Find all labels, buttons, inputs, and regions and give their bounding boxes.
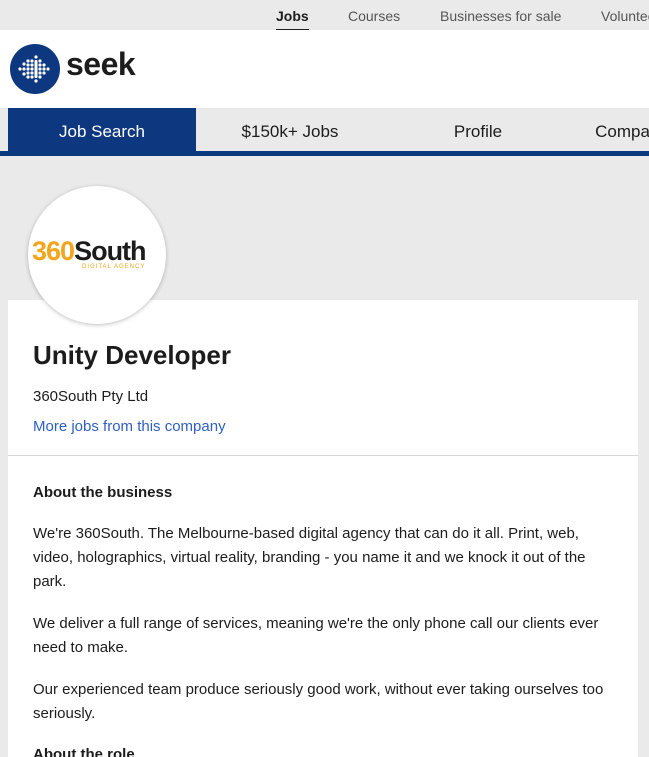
card-divider (8, 455, 638, 456)
company-logo-tagline: DIGITAL AGENCY (82, 264, 146, 270)
company-logo-word: South (74, 236, 146, 266)
company-logo-avatar: 360South DIGITAL AGENCY (28, 186, 166, 324)
top-nav-businesses-for-sale[interactable]: Businesses for sale (440, 8, 561, 24)
about-business-heading: About the business (33, 484, 173, 501)
about-role-heading: About the role (33, 746, 135, 757)
top-nav-courses[interactable]: Courses (348, 8, 400, 24)
company-logo-number: 360 (32, 236, 75, 266)
more-jobs-link[interactable]: More jobs from this company (33, 418, 226, 435)
business-paragraph-2: We deliver a full range of services, mea… (33, 615, 599, 656)
tab-company-reviews[interactable]: Company Reviews (572, 108, 649, 156)
brand-name: seek (66, 46, 136, 82)
nav-underline (0, 151, 649, 156)
business-paragraph-3: Our experienced team produce seriously g… (33, 681, 604, 722)
top-utility-bar: Jobs Courses Businesses for sale Volunte… (0, 0, 649, 30)
main-nav: Job Search $150k+ Jobs Profile Company R… (0, 108, 649, 156)
tab-job-search[interactable]: Job Search (8, 108, 196, 156)
tab-profile[interactable]: Profile (384, 108, 572, 156)
top-nav-volunteering[interactable]: Volunteering (601, 8, 649, 24)
company-name: 360South Pty Ltd (33, 388, 149, 405)
business-paragraph-1: We're 360South. The Melbourne-based digi… (33, 525, 586, 590)
company-logo: 360South DIGITAL AGENCY (32, 236, 162, 276)
top-nav-jobs[interactable]: Jobs (276, 8, 309, 30)
brand-bar: seek (0, 30, 649, 108)
tab-150k-jobs[interactable]: $150k+ Jobs (196, 108, 384, 156)
seek-logo-icon[interactable] (10, 44, 60, 94)
job-title: Unity Developer (33, 340, 231, 370)
